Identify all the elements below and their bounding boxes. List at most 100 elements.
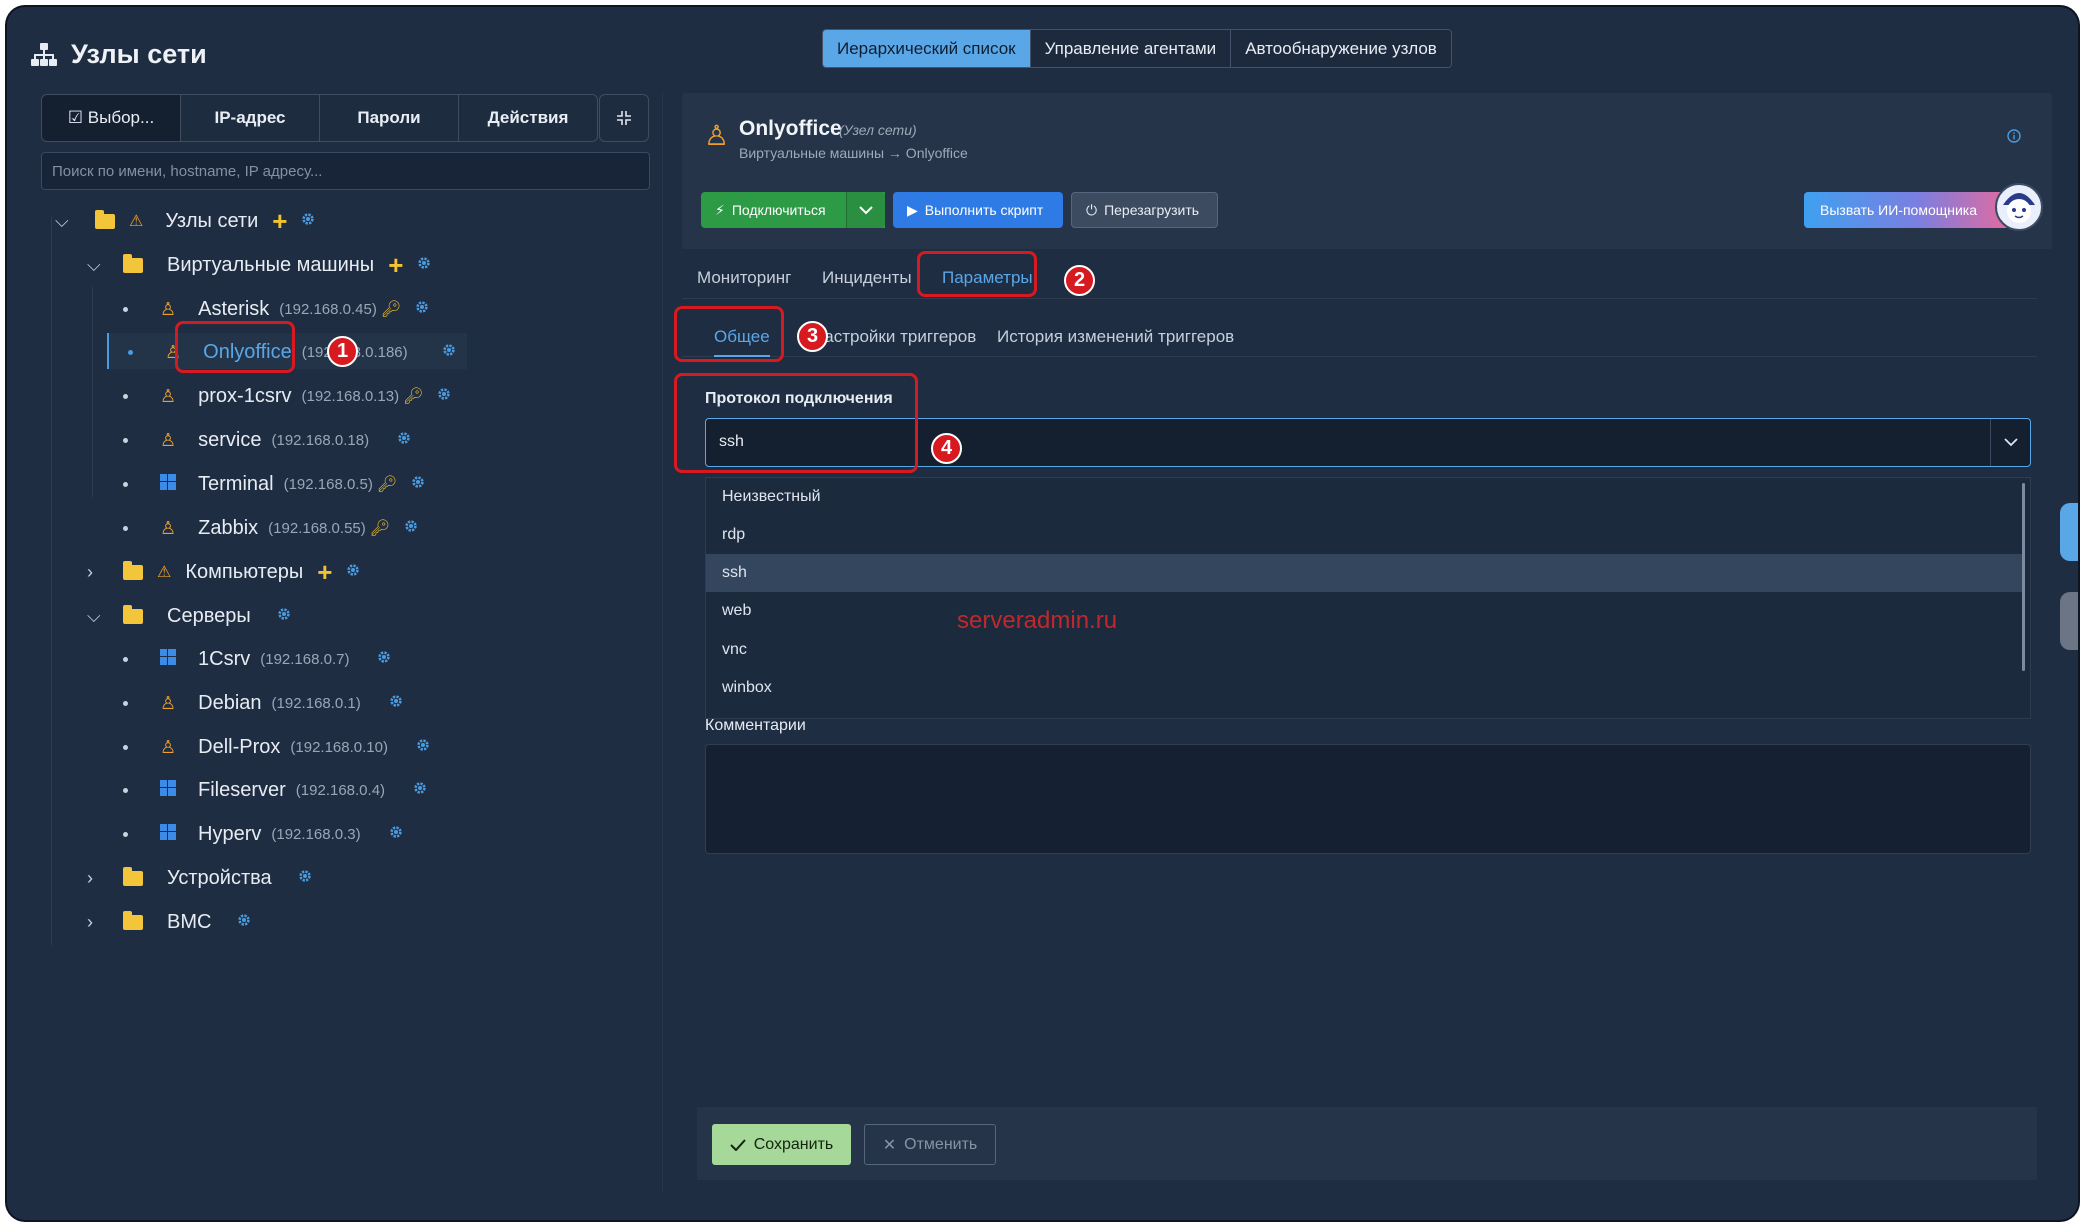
gear-icon[interactable] <box>277 607 291 626</box>
gear-icon[interactable] <box>442 343 456 362</box>
dropdown-scrollbar[interactable] <box>2022 483 2025 671</box>
tree-node-hyperv[interactable]: Hyperv (192.168.0.3) <box>123 816 403 852</box>
protocol-option-ssh[interactable]: ssh <box>706 554 2024 592</box>
tree-folder-bmc[interactable]: › BMC <box>87 904 251 940</box>
protocol-option-vnc[interactable]: vnc <box>706 631 2024 669</box>
folder-icon <box>123 253 143 273</box>
annotation-badge: 4 <box>931 433 962 464</box>
gear-icon[interactable] <box>301 212 315 231</box>
gear-icon[interactable] <box>237 913 251 932</box>
annotation-box <box>674 306 784 362</box>
tree-node-service[interactable]: ♙ service (192.168.0.18) <box>123 422 411 458</box>
tree-node-terminal[interactable]: Terminal (192.168.0.5) 🔑︎ <box>123 466 425 502</box>
tab-monitoring[interactable]: Мониторинг <box>697 263 791 293</box>
tree-folder-devices[interactable]: › Устройства <box>87 860 312 896</box>
ip-address-button[interactable]: IP-адрес <box>181 95 320 141</box>
tab-hierarchical-list[interactable]: Иерархический список <box>823 30 1031 67</box>
node-ip: (192.168.0.18) <box>271 431 370 449</box>
gear-icon[interactable] <box>346 563 360 582</box>
connect-dropdown-button[interactable] <box>846 192 885 228</box>
node-label: Terminal <box>198 472 274 495</box>
gear-icon[interactable] <box>397 431 411 450</box>
passwords-button[interactable]: Пароли <box>320 95 459 141</box>
windows-icon <box>160 473 176 495</box>
subtab-trigger-settings[interactable]: Настройки триггеров <box>812 321 976 353</box>
add-icon[interactable]: + <box>317 559 332 585</box>
info-icon[interactable] <box>2007 129 2021 148</box>
bullet <box>123 700 128 706</box>
comments-textarea[interactable] <box>705 744 2031 854</box>
tree-node-zabbix[interactable]: ♙ Zabbix (192.168.0.55) 🔑︎ <box>123 510 418 546</box>
node-label: prox-1csrv <box>198 384 292 407</box>
save-button[interactable]: Сохранить <box>712 1124 851 1165</box>
side-power-toggle[interactable] <box>2060 592 2078 650</box>
add-icon[interactable]: + <box>388 252 403 278</box>
pane-divider[interactable] <box>662 93 663 1193</box>
app-title-text: Узлы сети <box>71 39 207 69</box>
bullet <box>123 787 128 793</box>
tree-node-prox-1csrv[interactable]: ♙ prox-1csrv (192.168.0.13) 🔑︎ <box>123 378 451 414</box>
subtab-trigger-history[interactable]: История изменений триггеров <box>997 321 1234 353</box>
ai-assistant-avatar[interactable] <box>1995 183 2043 231</box>
select-button[interactable]: ☑ Выбор... <box>42 95 181 141</box>
plug-icon: ⚡︎ <box>715 201 725 218</box>
select-arrow[interactable] <box>1990 419 2030 466</box>
tab-auto-discovery[interactable]: Автообнаружение узлов <box>1231 30 1451 67</box>
gear-icon[interactable] <box>389 825 403 844</box>
tree-node-1csrv[interactable]: 1Csrv (192.168.0.7) <box>123 641 391 677</box>
gear-icon[interactable] <box>377 650 391 669</box>
key-icon[interactable]: 🔑︎ <box>403 386 423 406</box>
node-ip: (192.168.0.10) <box>290 738 388 756</box>
protocol-option-unknown[interactable]: Неизвестный <box>706 478 2024 516</box>
chevron-down-icon[interactable]: ⌵ <box>55 211 79 232</box>
bullet <box>128 349 133 355</box>
node-label: Debian <box>198 691 262 714</box>
tree-folder-servers[interactable]: ⌵ Серверы <box>87 598 291 634</box>
cancel-label: Отменить <box>904 1135 978 1153</box>
run-script-button[interactable]: ▶ Выполнить скрипт <box>893 192 1063 228</box>
key-icon[interactable]: 🔑︎ <box>370 518 390 538</box>
collapse-tree-button[interactable] <box>599 94 649 142</box>
linux-icon: ♙ <box>160 517 177 538</box>
protocol-option-web[interactable]: web <box>706 592 2024 630</box>
chevron-down-icon[interactable]: ⌵ <box>87 255 111 276</box>
side-panel-toggle[interactable] <box>2060 503 2078 561</box>
tab-agent-management[interactable]: Управление агентами <box>1030 30 1232 67</box>
cancel-button[interactable]: ✕ Отменить <box>864 1124 996 1165</box>
chevron-right-icon[interactable]: › <box>87 562 111 583</box>
gear-icon[interactable] <box>389 694 403 713</box>
tab-incidents[interactable]: Инциденты <box>822 263 912 293</box>
gear-icon[interactable] <box>416 738 430 757</box>
protocol-option-rdp[interactable]: rdp <box>706 516 2024 554</box>
key-icon[interactable]: 🔑︎ <box>381 299 401 319</box>
tree-folder-vms[interactable]: ⌵ Виртуальные машины + <box>87 247 431 283</box>
tree-folder-computers[interactable]: › ⚠ Компьютеры + <box>87 554 360 590</box>
bullet <box>123 306 128 312</box>
chevron-right-icon[interactable]: › <box>87 868 111 889</box>
ai-assistant-button[interactable]: Вызвать ИИ-помощника <box>1804 192 2009 228</box>
save-label: Сохранить <box>753 1135 834 1153</box>
gear-icon[interactable] <box>413 781 427 800</box>
gear-icon[interactable] <box>298 869 312 888</box>
ai-assistant-label: Вызвать ИИ-помощника <box>1820 202 1978 218</box>
add-icon[interactable]: + <box>272 208 287 234</box>
gear-icon[interactable] <box>404 519 418 538</box>
tree-root[interactable]: ⌵ ⚠ Узлы сети + <box>55 203 315 239</box>
gear-icon[interactable] <box>417 256 431 275</box>
gear-icon[interactable] <box>415 300 429 319</box>
left-toolbar: ☑ Выбор... IP-адрес Пароли Действия <box>41 94 598 142</box>
chevron-right-icon[interactable]: › <box>87 912 111 933</box>
tree-node-fileserver[interactable]: Fileserver (192.168.0.4) <box>123 772 427 808</box>
tree-node-debian[interactable]: ♙ Debian (192.168.0.1) <box>123 685 403 721</box>
node-label: Zabbix <box>198 516 259 539</box>
reboot-button[interactable]: ⏻ Перезагрузить <box>1071 192 1218 228</box>
protocol-option-winbox[interactable]: winbox <box>706 669 2024 707</box>
chevron-down-icon[interactable]: ⌵ <box>87 606 111 627</box>
gear-icon[interactable] <box>437 387 451 406</box>
actions-button[interactable]: Действия <box>459 95 597 141</box>
gear-icon[interactable] <box>411 475 425 494</box>
tree-node-dell-prox[interactable]: ♙ Dell-Prox (192.168.0.10) <box>123 729 430 765</box>
search-input[interactable] <box>41 152 650 190</box>
chevron-down-icon <box>2003 438 2018 447</box>
key-icon[interactable]: 🔑︎ <box>377 474 397 494</box>
